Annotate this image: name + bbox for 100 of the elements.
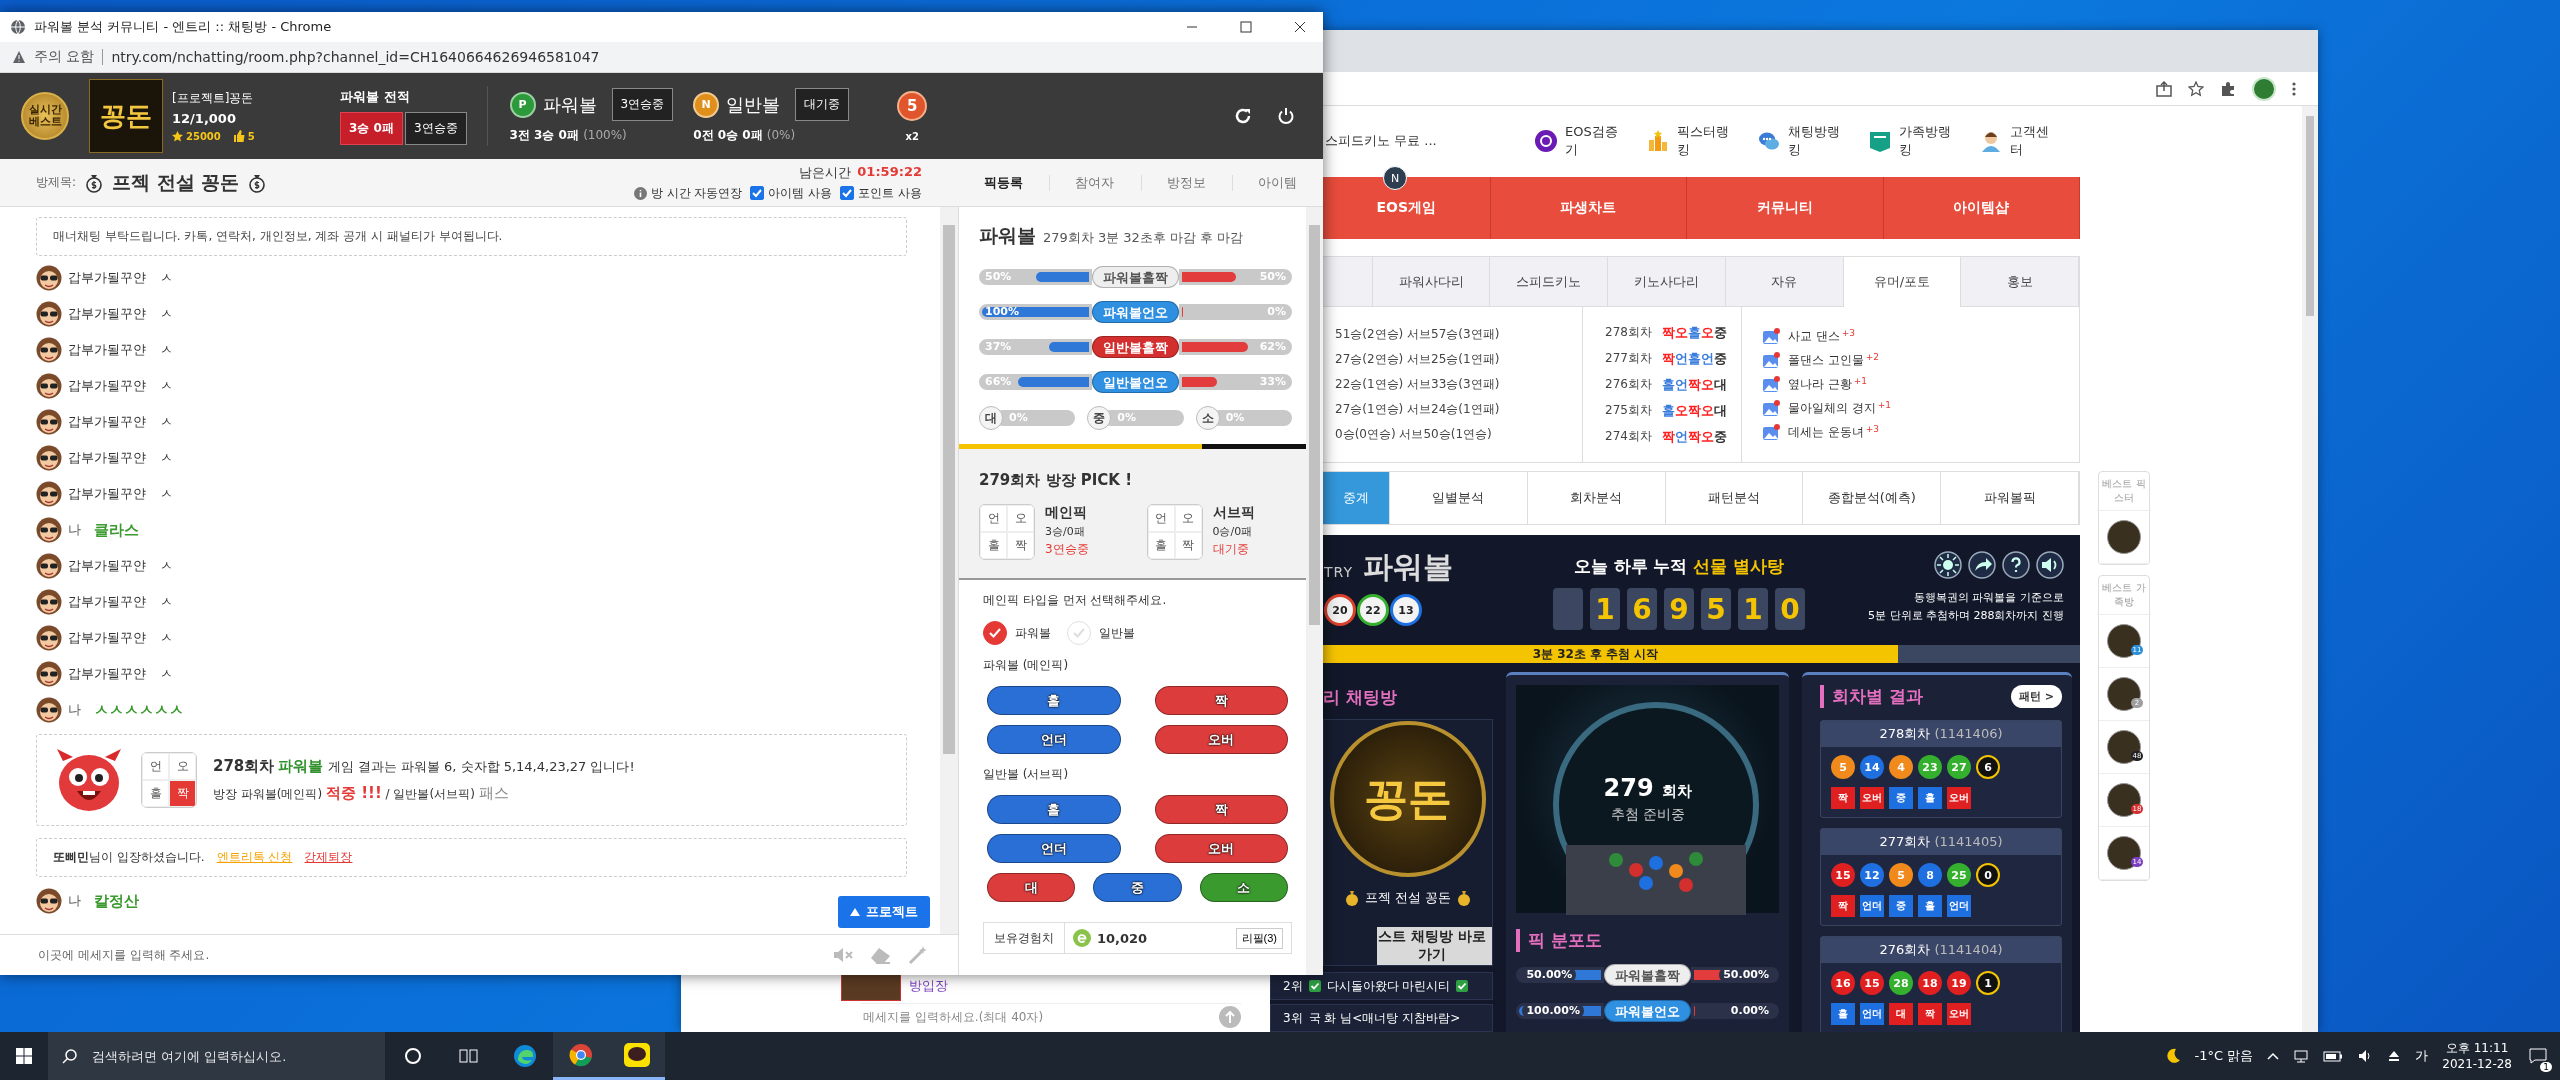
action-link[interactable]: 강제퇴장 xyxy=(304,849,353,866)
share-icon[interactable] xyxy=(1968,551,1996,579)
nav-item[interactable]: 아이템샵 xyxy=(1883,177,2080,239)
news-ticker[interactable]: 스피드키노 무료 ... xyxy=(1325,132,1536,150)
counter-digit: 9 xyxy=(1664,588,1694,630)
profile-avatar[interactable] xyxy=(2252,76,2276,101)
image-icon xyxy=(1762,327,1780,346)
ranking-row[interactable]: 3위 국 화 님<매너탕 지참바람> xyxy=(1270,1004,1494,1032)
family-avatar[interactable] xyxy=(2107,836,2141,870)
share-icon[interactable] xyxy=(2156,80,2172,97)
eject-icon[interactable] xyxy=(2387,1049,2402,1063)
pick-button[interactable]: 대 xyxy=(987,873,1076,902)
panel-tab[interactable]: 방정보 xyxy=(1140,159,1232,206)
pattern-button[interactable]: 패턴 > xyxy=(2010,685,2062,708)
chat-app-icon[interactable] xyxy=(624,1042,650,1067)
post-title[interactable]: 폴댄스 고인물 xyxy=(1788,352,1864,369)
notification-icon[interactable] xyxy=(2529,1048,2547,1064)
puzzle-icon[interactable] xyxy=(2220,80,2236,97)
board-tab[interactable]: 홍보 xyxy=(1961,257,2079,306)
refill-button[interactable]: 리필(3) xyxy=(1235,927,1283,949)
star-icon[interactable] xyxy=(2188,80,2204,97)
volume-icon[interactable] xyxy=(2036,551,2064,579)
shortcut-link[interactable]: 픽스터랭킹 xyxy=(1676,123,1730,159)
pick-button[interactable]: 소 xyxy=(1199,873,1288,902)
board-tab[interactable]: 키노사다리 xyxy=(1608,257,1726,306)
menu-icon[interactable] xyxy=(2292,80,2296,97)
pick-button[interactable]: 오버 xyxy=(1154,834,1288,863)
family-avatar[interactable] xyxy=(2107,624,2141,658)
scrollbar[interactable] xyxy=(940,207,958,934)
chat-bubbles-icon[interactable] xyxy=(1757,130,1780,152)
panel-tab[interactable]: 참여자 xyxy=(1049,159,1141,206)
checkbox[interactable] xyxy=(750,186,765,200)
edge-browser-icon[interactable] xyxy=(513,1044,537,1068)
brightness-icon[interactable] xyxy=(1934,551,1962,579)
support-agent-icon[interactable] xyxy=(1980,130,2003,152)
number-ball: 27 xyxy=(1947,755,1971,779)
scrollbar[interactable] xyxy=(1306,207,1323,975)
family-avatar[interactable] xyxy=(2107,677,2141,711)
power-icon[interactable] xyxy=(1277,107,1295,125)
analysis-tab[interactable]: 일별분석 xyxy=(1390,472,1528,524)
panel-tab[interactable]: 아이템 xyxy=(1231,159,1323,206)
money-bag-icon xyxy=(1457,890,1472,906)
best-chat-button[interactable]: 스트 채팅방 바로가기 xyxy=(1377,927,1493,965)
chat-input[interactable]: 메세지를 입력하세요.(최대 40자) xyxy=(861,1003,1241,1030)
pick-button[interactable]: 짝 xyxy=(1154,686,1288,715)
pick-button[interactable]: 중 xyxy=(1093,873,1182,902)
scrollbar[interactable] xyxy=(2302,106,2318,1032)
network-icon[interactable] xyxy=(2293,1048,2310,1064)
board-tab[interactable]: 자유 xyxy=(1725,257,1844,306)
radio-button[interactable] xyxy=(983,621,1007,645)
post-title[interactable]: 물아일체의 경지 xyxy=(1788,400,1876,417)
panel-tab[interactable]: 픽등록 xyxy=(958,159,1050,206)
shortcut-link[interactable]: 가족방랭킹 xyxy=(1899,123,1953,159)
task-view-icon[interactable] xyxy=(459,1047,479,1065)
nav-item[interactable]: 커뮤니티 xyxy=(1687,177,1884,239)
security-label[interactable]: 주의 요함 xyxy=(34,48,95,66)
chrome-browser-icon[interactable] xyxy=(569,1042,593,1067)
board-tab[interactable]: 파워사다리 xyxy=(1372,257,1491,306)
pixter-avatar[interactable] xyxy=(2107,520,2141,554)
search-field[interactable]: 검색하려면 여기에 입력하십시오. xyxy=(48,1032,385,1080)
analysis-tab[interactable]: 종합분석(예측) xyxy=(1803,472,1942,524)
board-tab[interactable]: 스피드키노 xyxy=(1490,257,1609,306)
family-avatar[interactable] xyxy=(2107,730,2141,764)
post-title[interactable]: 데세는 운동녀 xyxy=(1788,424,1864,441)
battery-icon[interactable] xyxy=(2323,1050,2344,1062)
shortcut-link[interactable]: 고객센터 xyxy=(2010,123,2052,159)
pick-button[interactable]: 언더 xyxy=(987,725,1121,754)
family-avatar[interactable] xyxy=(2107,783,2141,817)
analysis-tab[interactable]: 회차분석 xyxy=(1527,472,1666,524)
pick-button[interactable]: 짝 xyxy=(1154,795,1288,824)
nav-item[interactable]: 파생차트 xyxy=(1490,177,1688,239)
result-token: 중 xyxy=(1713,324,1727,340)
search-input[interactable]: 검색하려면 여기에 입력하십시오. xyxy=(90,1047,385,1065)
project-button[interactable]: 프로젝트 xyxy=(838,896,930,928)
post-title[interactable]: 옆나라 근황 xyxy=(1788,376,1852,393)
clock[interactable]: 오후 11:11 2021-12-28 xyxy=(2442,1040,2512,1072)
message-input[interactable]: 이곳에 메세지를 입력해 주세요. xyxy=(36,947,816,963)
pick-button[interactable]: 홀 xyxy=(987,795,1121,824)
section-title: 회차별 결과 xyxy=(1820,685,1923,708)
post-title[interactable]: 사교 댄스 xyxy=(1788,328,1840,345)
input-method[interactable]: 가 xyxy=(2415,1047,2429,1065)
board-tab[interactable]: 유머/포토 xyxy=(1843,257,1962,307)
checkbox[interactable] xyxy=(840,186,855,200)
shortcut-link[interactable]: EOS검증기 xyxy=(1565,123,1619,159)
message-input[interactable]: 메세지를 입력하세요.(최대 40자) xyxy=(861,1009,1219,1025)
shortcut-link[interactable]: 채팅방랭킹 xyxy=(1787,123,1842,159)
chevron-up-icon[interactable] xyxy=(2267,1052,2280,1060)
analysis-tab[interactable]: 패턴분석 xyxy=(1665,472,1804,524)
windows-logo-icon[interactable] xyxy=(16,1048,32,1064)
help-icon[interactable] xyxy=(2002,551,2030,579)
ranking-row[interactable]: 2위 다시돌아왔다 마린시티 xyxy=(1270,972,1494,1000)
refresh-icon[interactable] xyxy=(1234,107,1252,125)
result-token: 중 xyxy=(1713,428,1727,444)
result-tag: 대 xyxy=(1889,1003,1913,1025)
pick-button[interactable]: 언더 xyxy=(987,834,1121,863)
pick-button[interactable]: 홀 xyxy=(987,686,1121,715)
analysis-tab[interactable]: 파워볼픽 xyxy=(1941,472,2079,524)
weather-text[interactable]: -1°C 맑음 xyxy=(2194,1047,2254,1065)
pick-button[interactable]: 오버 xyxy=(1154,725,1288,754)
info-text: 동행복권의 파워볼을 기준으로 xyxy=(1914,590,2064,606)
